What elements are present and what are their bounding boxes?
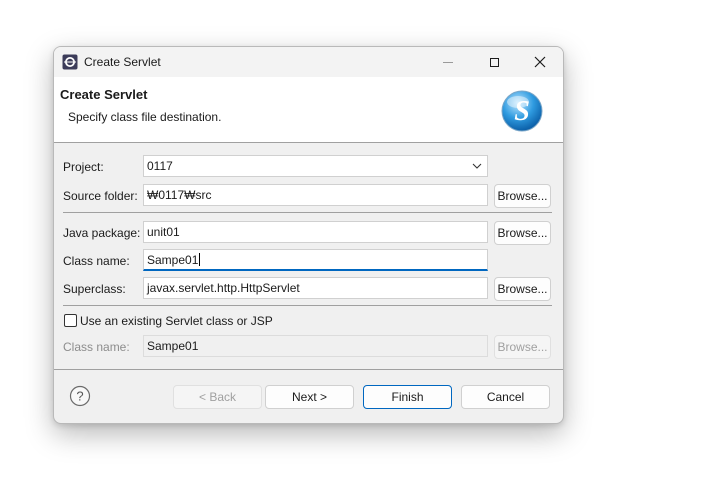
finish-button[interactable]: Finish [363, 385, 452, 409]
eclipse-icon [62, 54, 78, 70]
source-folder-browse-button[interactable]: Browse... [494, 184, 551, 208]
existing-class-name-label: Class name: [63, 340, 130, 354]
close-button[interactable] [517, 47, 563, 77]
text-caret [199, 253, 201, 266]
separator [63, 305, 552, 306]
source-folder-label: Source folder: [63, 189, 138, 203]
chevron-down-icon [472, 163, 482, 169]
java-package-value: unit01 [147, 225, 180, 239]
window-title: Create Servlet [84, 55, 161, 69]
minimize-icon [443, 61, 453, 63]
servlet-logo-icon: S [501, 90, 543, 132]
create-servlet-dialog: Create Servlet Create Servlet Specify cl… [53, 46, 564, 424]
separator [63, 212, 552, 213]
wizard-banner: Create Servlet Specify class file destin… [54, 77, 563, 143]
existing-class-name-field: Sampe01 [143, 335, 488, 357]
maximize-icon [489, 57, 499, 67]
use-existing-label: Use an existing Servlet class or JSP [80, 314, 273, 328]
project-select[interactable]: 0117 [143, 155, 488, 177]
help-icon[interactable]: ? [69, 385, 91, 407]
minimize-button[interactable] [425, 47, 471, 77]
superclass-field[interactable]: javax.servlet.http.HttpServlet [143, 277, 488, 299]
banner-description: Specify class file destination. [68, 110, 222, 124]
existing-class-browse-button: Browse... [494, 335, 551, 359]
class-name-value: Sampe01 [147, 253, 199, 267]
class-name-field[interactable]: Sampe01 [143, 249, 488, 271]
source-folder-field[interactable]: ₩0117₩src [143, 184, 488, 206]
banner-title: Create Servlet [60, 87, 148, 102]
project-value: 0117 [147, 159, 173, 173]
footer-separator [54, 369, 563, 370]
use-existing-checkbox[interactable] [64, 314, 77, 327]
back-button: < Back [173, 385, 262, 409]
title-bar[interactable]: Create Servlet [54, 47, 563, 77]
cancel-button[interactable]: Cancel [461, 385, 550, 409]
source-folder-value: ₩0117₩src [147, 188, 212, 202]
java-package-field[interactable]: unit01 [143, 221, 488, 243]
svg-text:?: ? [76, 389, 83, 404]
superclass-value: javax.servlet.http.HttpServlet [147, 281, 300, 295]
class-name-label: Class name: [63, 254, 130, 268]
existing-class-name-value: Sampe01 [147, 339, 199, 353]
project-label: Project: [63, 160, 104, 174]
maximize-button[interactable] [471, 47, 517, 77]
superclass-label: Superclass: [63, 282, 126, 296]
superclass-browse-button[interactable]: Browse... [494, 277, 551, 301]
svg-text:S: S [514, 96, 530, 127]
next-button[interactable]: Next > [265, 385, 354, 409]
java-package-label: Java package: [63, 226, 141, 240]
java-package-browse-button[interactable]: Browse... [494, 221, 551, 245]
close-icon [534, 56, 546, 68]
